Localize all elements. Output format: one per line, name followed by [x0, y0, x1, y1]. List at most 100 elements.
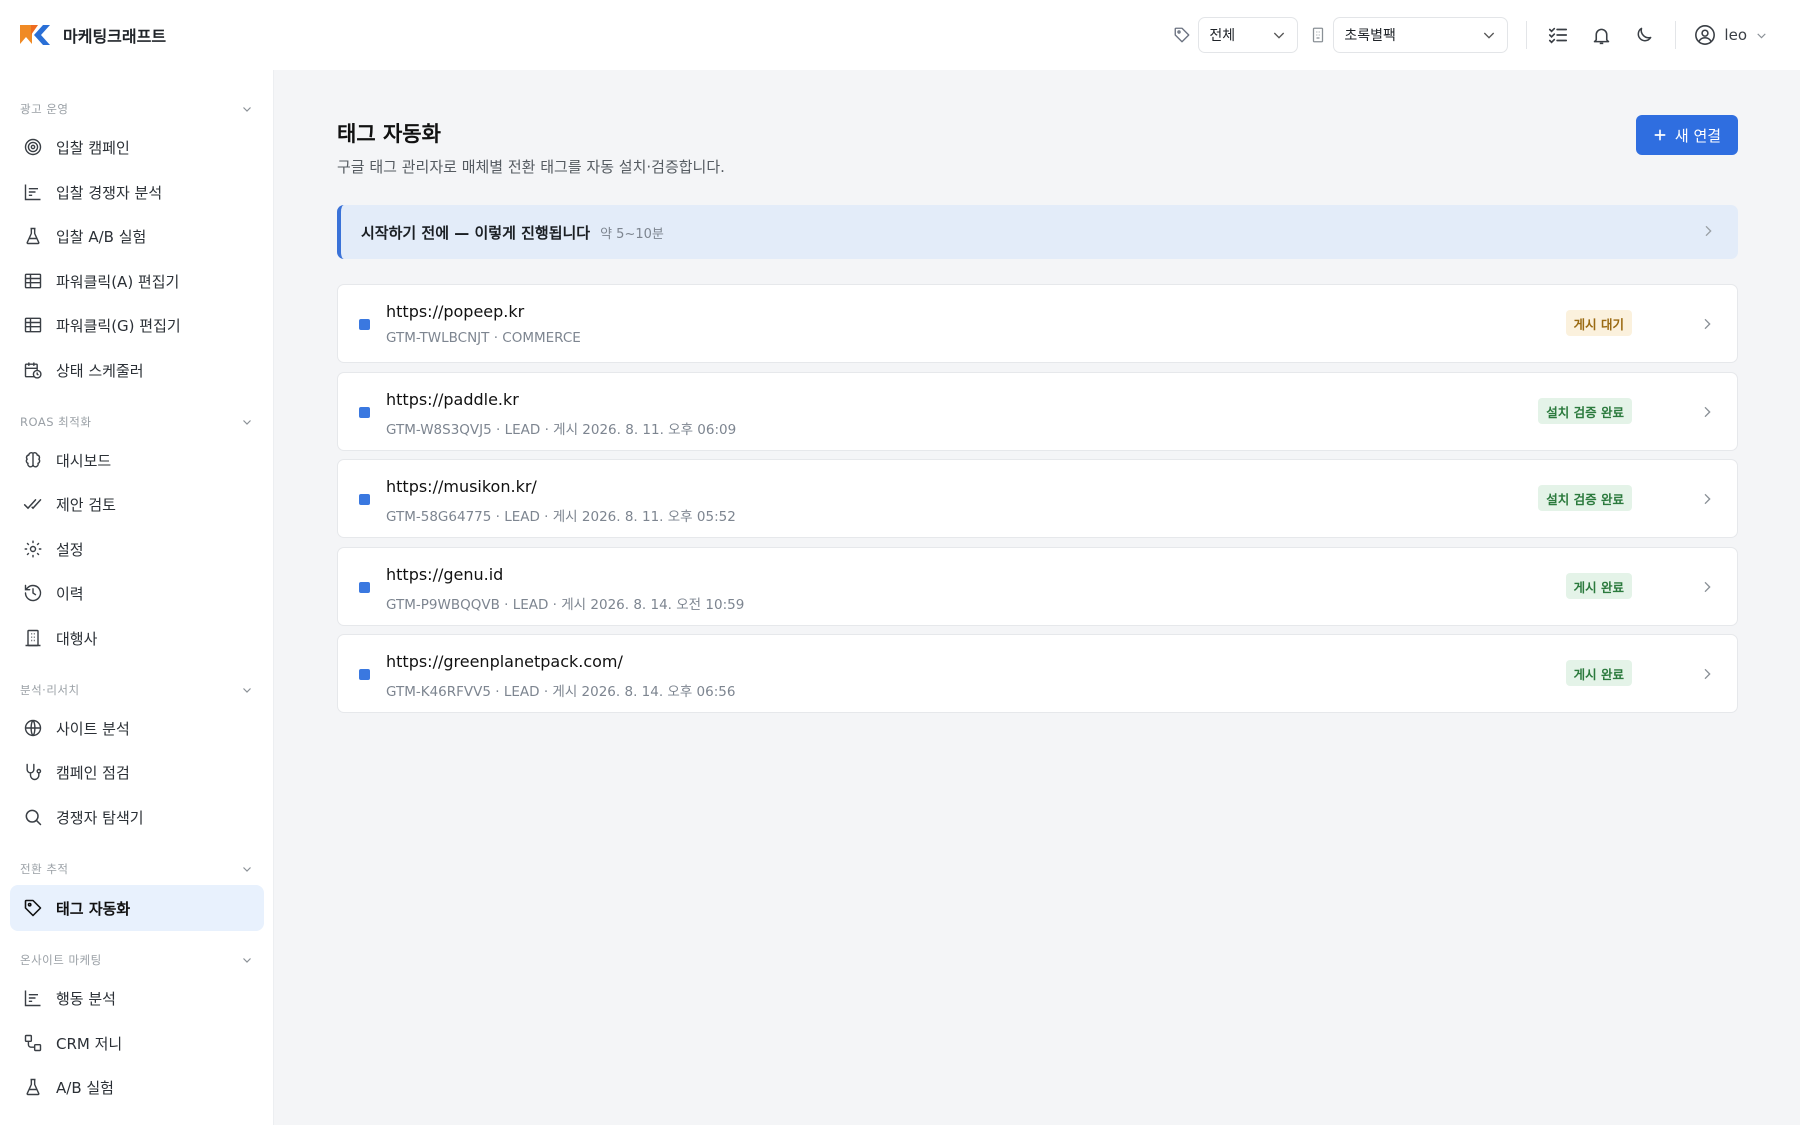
tag-icon — [23, 898, 43, 918]
sidebar-item-powerclick-a-editor[interactable]: 파워클릭(A) 편집기 — [10, 258, 264, 304]
connection-meta: GTM-TWLBCNJT · COMMERCE — [386, 330, 581, 346]
sidebar-item-label: CRM 저니 — [56, 1034, 123, 1053]
sidebar-item-bid-campaign[interactable]: 입찰 캠페인 — [10, 124, 264, 170]
workflow-icon — [23, 1033, 43, 1053]
sidebar-item-ab-test[interactable]: A/B 실험 — [10, 1064, 264, 1110]
main-content: 태그 자동화 구글 태그 관리자로 매체별 전환 태그를 자동 설치·검증합니다… — [275, 70, 1800, 1125]
section-label: 광고 운영 — [20, 102, 69, 116]
sidebar-item-label: 파워클릭(G) 편집기 — [56, 316, 181, 335]
account-select-value: 초록별팩 — [1344, 28, 1396, 44]
brand[interactable]: 마케팅크래프트 — [19, 20, 166, 50]
user-menu[interactable]: leo — [1694, 24, 1768, 46]
table-icon — [23, 315, 43, 335]
connection-url: https://musikon.kr/ — [386, 477, 537, 496]
new-connection-button[interactable]: 새 연결 — [1636, 115, 1738, 155]
sidebar-item-bid-ab-test[interactable]: 입찰 A/B 실험 — [10, 213, 264, 259]
sidebar-item-tag-automation[interactable]: 태그 자동화 — [10, 885, 264, 931]
chevron-down-icon — [1755, 29, 1768, 42]
divider — [1526, 21, 1528, 49]
status-dot — [359, 582, 370, 593]
section-header-ads[interactable]: 광고 운영 — [20, 99, 253, 119]
building-icon — [1310, 26, 1326, 44]
sidebar-item-history[interactable]: 이력 — [10, 570, 264, 616]
sidebar-item-agency[interactable]: 대행사 — [10, 615, 264, 661]
user-circle-icon — [1694, 24, 1716, 46]
sidebar-item-dashboard[interactable]: 대시보드 — [10, 437, 264, 483]
section-header-roas[interactable]: ROAS 최적화 — [20, 412, 253, 432]
sidebar-item-powerclick-g-editor[interactable]: 파워클릭(G) 편집기 — [10, 302, 264, 348]
chevron-right-icon — [1699, 579, 1715, 595]
moon-icon[interactable] — [1631, 25, 1657, 45]
chevron-down-icon — [1271, 27, 1287, 43]
chevron-down-icon — [1481, 27, 1497, 43]
connection-url: https://genu.id — [386, 565, 504, 584]
sidebar: 광고 운영 입찰 캠페인 입찰 경쟁자 분석 입찰 A/B 실험 파워클릭(A)… — [0, 70, 274, 1125]
sidebar-item-status-scheduler[interactable]: 상태 스케줄러 — [10, 347, 264, 393]
sidebar-item-label: 제안 검토 — [56, 495, 116, 514]
sidebar-item-label: A/B 실험 — [56, 1078, 114, 1097]
chevron-right-icon — [1699, 666, 1715, 682]
page-title: 태그 자동화 — [337, 122, 441, 146]
sidebar-item-behavior-analysis[interactable]: 행동 분석 — [10, 975, 264, 1021]
connection-card[interactable]: https://paddle.kr GTM-W8S3QVJ5 · LEAD · … — [337, 372, 1738, 451]
connection-card[interactable]: https://genu.id GTM-P9WBQQVB · LEAD · 게시… — [337, 547, 1738, 626]
connection-card[interactable]: https://popeep.kr GTM-TWLBCNJT · COMMERC… — [337, 284, 1738, 363]
connection-card[interactable]: https://greenplanetpack.com/ GTM-K46RFVV… — [337, 634, 1738, 713]
tag-filter-select[interactable]: 전체 — [1198, 17, 1299, 53]
sidebar-item-label: 행동 분석 — [56, 989, 116, 1008]
section-label: 전환 추적 — [20, 862, 69, 876]
status-badge: 게시 대기 — [1565, 310, 1632, 336]
status-dot — [359, 319, 370, 330]
connection-url: https://popeep.kr — [386, 302, 525, 321]
sidebar-item-proposal-review[interactable]: 제안 검토 — [10, 481, 264, 527]
sidebar-item-crm-journey[interactable]: CRM 저니 — [10, 1020, 264, 1066]
divider — [1675, 21, 1677, 49]
target-icon — [23, 137, 43, 157]
chart-icon — [23, 182, 43, 202]
checklist-icon[interactable] — [1545, 24, 1571, 46]
tag-filter-value: 전체 — [1209, 28, 1236, 44]
connection-meta: GTM-W8S3QVJ5 · LEAD · 게시 2026. 8. 11. 오후… — [386, 422, 737, 438]
chevron-right-icon — [1699, 491, 1715, 507]
history-icon — [23, 583, 43, 603]
user-name: leo — [1724, 26, 1747, 44]
chevron-down-icon — [241, 103, 253, 115]
banner-duration: 약 5~10분 — [600, 226, 664, 242]
connection-card[interactable]: https://musikon.kr/ GTM-58G64775 · LEAD … — [337, 459, 1738, 538]
sidebar-item-label: 설정 — [56, 540, 84, 559]
sidebar-item-label: 이력 — [56, 584, 84, 603]
brain-icon — [23, 450, 43, 470]
sidebar-item-bid-competitor[interactable]: 입찰 경쟁자 분석 — [10, 169, 264, 215]
sidebar-item-settings[interactable]: 설정 — [10, 526, 264, 572]
section-header-conversion[interactable]: 전환 추적 — [20, 859, 253, 879]
intro-banner[interactable]: 시작하기 전에 — 이렇게 진행됩니다 약 5~10분 — [337, 205, 1738, 259]
building-icon — [23, 628, 43, 648]
section-header-onsite[interactable]: 온사이트 마케팅 — [20, 950, 253, 970]
account-select[interactable]: 초록별팩 — [1333, 17, 1509, 53]
section-label: 분석·리서치 — [20, 683, 80, 697]
table-icon — [23, 271, 43, 291]
chevron-down-icon — [241, 416, 253, 428]
bell-icon[interactable] — [1588, 25, 1614, 46]
sidebar-item-label: 경쟁자 탐색기 — [56, 808, 144, 827]
sidebar-item-label: 대시보드 — [56, 451, 112, 470]
sidebar-item-campaign-check[interactable]: 캠페인 점검 — [10, 749, 264, 795]
status-badge: 설치 검증 완료 — [1538, 485, 1632, 511]
connection-url: https://paddle.kr — [386, 390, 519, 409]
sidebar-item-label: 상태 스케줄러 — [56, 361, 144, 380]
connection-meta: GTM-P9WBQQVB · LEAD · 게시 2026. 8. 14. 오전… — [386, 597, 745, 613]
double-check-icon — [23, 494, 43, 514]
stethoscope-icon — [23, 762, 43, 782]
chevron-down-icon — [241, 684, 253, 696]
logo-icon — [19, 20, 51, 50]
chevron-down-icon — [241, 863, 253, 875]
status-badge: 게시 완료 — [1565, 573, 1632, 599]
sidebar-item-competitor-explorer[interactable]: 경쟁자 탐색기 — [10, 794, 264, 840]
section-header-analysis[interactable]: 분석·리서치 — [20, 680, 253, 700]
page-subtitle: 구글 태그 관리자로 매체별 전환 태그를 자동 설치·검증합니다. — [337, 158, 725, 176]
banner-title: 시작하기 전에 — 이렇게 진행됩니다 — [361, 223, 591, 242]
flask-icon — [23, 1077, 43, 1097]
sidebar-item-site-analysis[interactable]: 사이트 분석 — [10, 705, 264, 751]
tag-icon — [1173, 26, 1191, 44]
sidebar-item-label: 파워클릭(A) 편집기 — [56, 272, 180, 291]
